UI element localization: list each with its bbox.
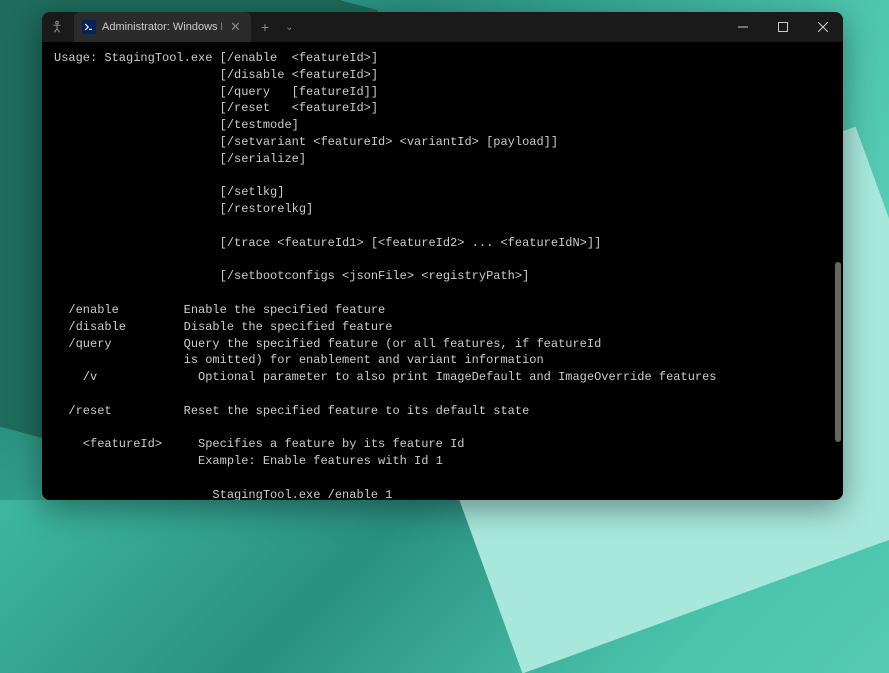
terminal-window: Administrator: Windows Powe ✕ + ⌄ Usage:… (42, 12, 843, 500)
minimize-button[interactable] (723, 12, 763, 42)
output-line: <featureId> Specifies a feature by its f… (54, 437, 464, 451)
output-line: /v Optional parameter to also print Imag… (54, 370, 717, 384)
output-line: [/serialize] (54, 152, 306, 166)
output-line: [/trace <featureId1> [<featureId2> ... <… (54, 236, 601, 250)
output-line: [/setlkg] (54, 185, 284, 199)
scrollbar-thumb[interactable] (835, 262, 841, 442)
output-line: Usage: StagingTool.exe [/enable <feature… (54, 51, 378, 65)
output-line: [/reset <featureId>] (54, 101, 378, 115)
close-button[interactable] (803, 12, 843, 42)
output-line: StagingTool.exe /enable 1 (54, 488, 392, 500)
powershell-icon (82, 20, 96, 34)
output-line: /enable Enable the specified feature (54, 303, 385, 317)
titlebar[interactable]: Administrator: Windows Powe ✕ + ⌄ (42, 12, 843, 42)
terminal-output[interactable]: Usage: StagingTool.exe [/enable <feature… (42, 42, 843, 500)
new-tab-button[interactable]: + (251, 19, 279, 35)
accessibility-icon[interactable] (42, 12, 72, 42)
output-line: [/disable <featureId>] (54, 68, 378, 82)
output-line: /disable Disable the specified feature (54, 320, 392, 334)
output-line: [/setvariant <featureId> <variantId> [pa… (54, 135, 558, 149)
output-line: [/restorelkg] (54, 202, 313, 216)
output-line: [/testmode] (54, 118, 299, 132)
tab-dropdown-icon[interactable]: ⌄ (279, 22, 299, 33)
window-controls (723, 12, 843, 42)
tab-close-icon[interactable]: ✕ (228, 19, 243, 35)
maximize-button[interactable] (763, 12, 803, 42)
output-line: [/query [featureId]] (54, 85, 378, 99)
output-line: Example: Enable features with Id 1 (54, 454, 443, 468)
output-line: is omitted) for enablement and variant i… (54, 353, 544, 367)
output-line: /query Query the specified feature (or a… (54, 337, 601, 351)
output-line: [/setbootconfigs <jsonFile> <registryPat… (54, 269, 529, 283)
tab-title: Administrator: Windows Powe (102, 21, 222, 33)
tab-active[interactable]: Administrator: Windows Powe ✕ (74, 12, 251, 42)
output-line: /reset Reset the specified feature to it… (54, 404, 529, 418)
